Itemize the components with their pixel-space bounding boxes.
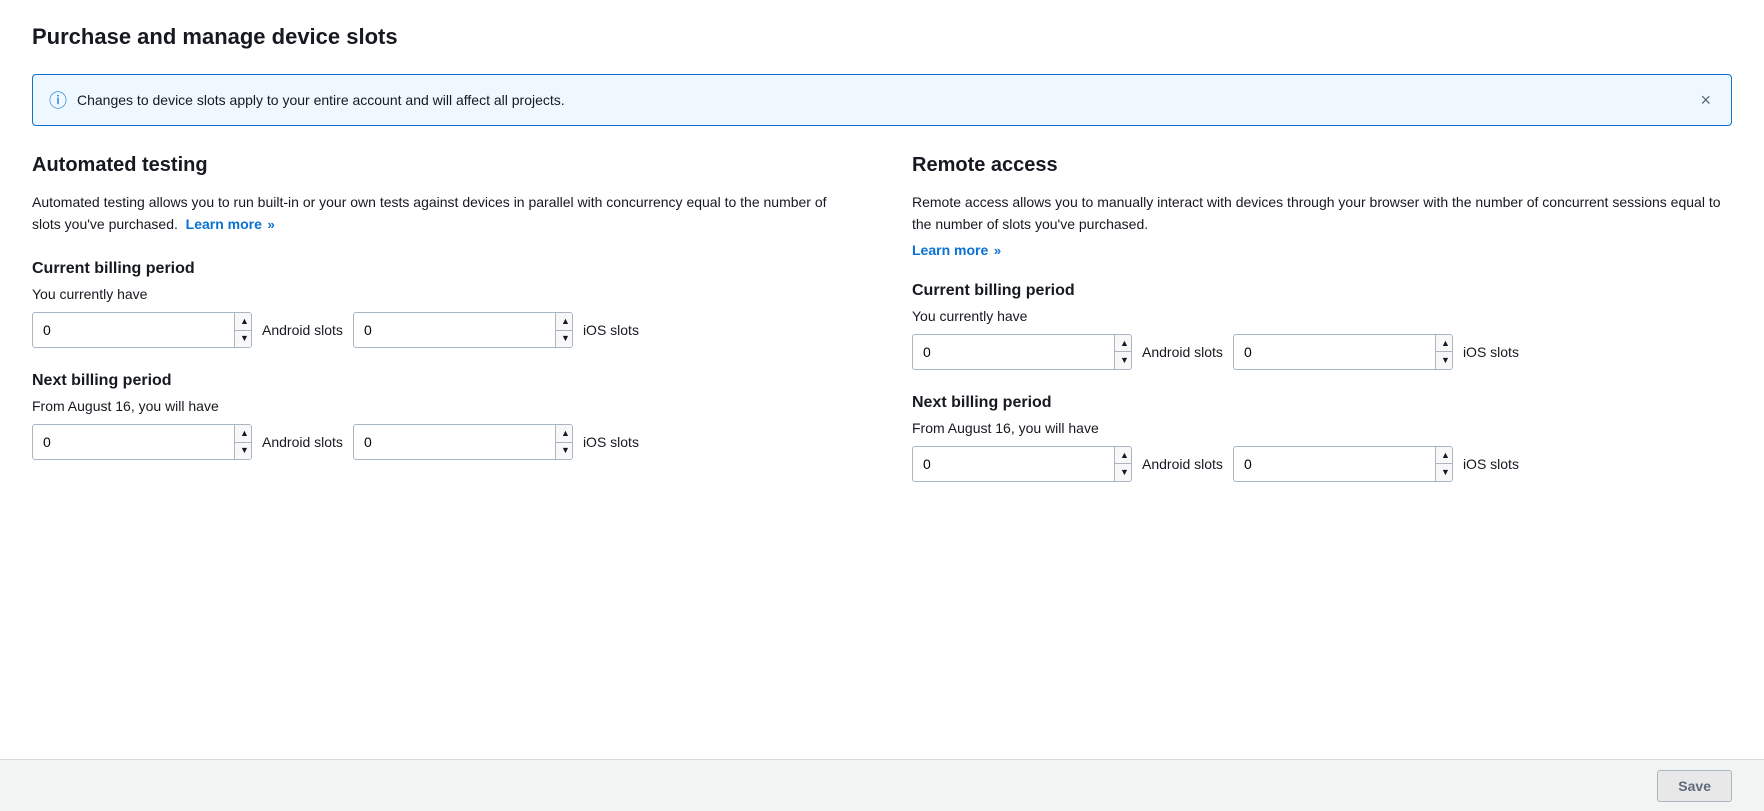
automated-testing-section: Automated testing Automated testing allo…	[32, 154, 852, 488]
automated-current-ios-input[interactable]	[354, 313, 555, 347]
info-banner: ⓘ Changes to device slots apply to your …	[32, 74, 1732, 126]
remote-section-title: Remote access	[912, 154, 1732, 177]
remote-from-text: From August 16, you will have	[912, 420, 1732, 436]
remote-current-android-input[interactable]	[913, 335, 1114, 369]
remote-current-ios-spinner: ▲ ▼	[1435, 335, 1453, 369]
automated-next-ios-down-button[interactable]: ▼	[556, 443, 573, 460]
remote-next-ios-up-button[interactable]: ▲	[1436, 447, 1453, 465]
remote-next-android-down-button[interactable]: ▼	[1115, 464, 1132, 481]
automated-current-ios-down-button[interactable]: ▼	[556, 331, 573, 348]
automated-you-currently-label: You currently have	[32, 286, 852, 302]
remote-next-ios-input-wrapper: ▲ ▼	[1233, 446, 1453, 482]
remote-current-android-label: Android slots	[1142, 344, 1223, 360]
remote-next-android-label: Android slots	[1142, 456, 1223, 472]
automated-next-ios-spinner: ▲ ▼	[555, 425, 573, 459]
remote-current-ios-input[interactable]	[1234, 335, 1435, 369]
remote-current-billing-title: Current billing period	[912, 282, 1732, 300]
automated-learn-more-link[interactable]: Learn more »	[186, 216, 275, 232]
automated-next-android-up-button[interactable]: ▲	[235, 425, 252, 443]
automated-current-billing-title: Current billing period	[32, 260, 852, 278]
banner-close-button[interactable]: ×	[1696, 91, 1715, 109]
remote-access-section: Remote access Remote access allows you t…	[912, 154, 1732, 488]
remote-you-currently-label: You currently have	[912, 308, 1732, 324]
remote-current-ios-input-wrapper: ▲ ▼	[1233, 334, 1453, 370]
automated-next-android-label: Android slots	[262, 434, 343, 450]
automated-current-ios-up-button[interactable]: ▲	[556, 313, 573, 331]
automated-next-slots-row: ▲ ▼ Android slots ▲ ▼ iOS slots	[32, 424, 852, 460]
automated-next-android-spinner: ▲ ▼	[234, 425, 252, 459]
automated-current-ios-label: iOS slots	[583, 322, 639, 338]
remote-next-android-spinner: ▲ ▼	[1114, 447, 1132, 481]
remote-learn-more-link[interactable]: Learn more »	[912, 242, 1001, 258]
automated-next-android-input-wrapper: ▲ ▼	[32, 424, 252, 460]
automated-next-android-down-button[interactable]: ▼	[235, 443, 252, 460]
remote-current-android-spinner: ▲ ▼	[1114, 335, 1132, 369]
remote-current-ios-up-button[interactable]: ▲	[1436, 335, 1453, 353]
automated-next-ios-input[interactable]	[354, 425, 555, 459]
automated-current-android-up-button[interactable]: ▲	[235, 313, 252, 331]
remote-next-ios-down-button[interactable]: ▼	[1436, 464, 1453, 481]
remote-current-android-input-wrapper: ▲ ▼	[912, 334, 1132, 370]
automated-current-ios-spinner: ▲ ▼	[555, 313, 573, 347]
info-banner-message: Changes to device slots apply to your en…	[77, 92, 565, 108]
learn-more-chevron-icon: »	[264, 217, 275, 232]
info-banner-content: ⓘ Changes to device slots apply to your …	[49, 87, 565, 113]
automated-current-android-down-button[interactable]: ▼	[235, 331, 252, 348]
info-icon: ⓘ	[49, 87, 67, 113]
remote-learn-more-chevron-icon: »	[990, 243, 1001, 258]
automated-current-android-input-wrapper: ▲ ▼	[32, 312, 252, 348]
automated-next-ios-up-button[interactable]: ▲	[556, 425, 573, 443]
page-wrapper: Purchase and manage device slots ⓘ Chang…	[0, 0, 1764, 811]
automated-current-android-spinner: ▲ ▼	[234, 313, 252, 347]
page-title: Purchase and manage device slots	[32, 24, 1732, 50]
automated-current-android-label: Android slots	[262, 322, 343, 338]
automated-next-ios-label: iOS slots	[583, 434, 639, 450]
footer-bar: Save	[0, 759, 1764, 811]
remote-next-android-input[interactable]	[913, 447, 1114, 481]
remote-next-slots-row: ▲ ▼ Android slots ▲ ▼ iOS slots	[912, 446, 1732, 482]
remote-next-ios-label: iOS slots	[1463, 456, 1519, 472]
remote-next-android-input-wrapper: ▲ ▼	[912, 446, 1132, 482]
remote-next-android-up-button[interactable]: ▲	[1115, 447, 1132, 465]
remote-current-ios-down-button[interactable]: ▼	[1436, 352, 1453, 369]
automated-next-android-input[interactable]	[33, 425, 234, 459]
automated-description: Automated testing allows you to run buil…	[32, 191, 852, 236]
automated-from-text: From August 16, you will have	[32, 398, 852, 414]
remote-current-android-down-button[interactable]: ▼	[1115, 352, 1132, 369]
automated-current-ios-input-wrapper: ▲ ▼	[353, 312, 573, 348]
remote-next-ios-spinner: ▲ ▼	[1435, 447, 1453, 481]
remote-description: Remote access allows you to manually int…	[912, 191, 1732, 236]
save-button[interactable]: Save	[1657, 770, 1732, 802]
automated-section-title: Automated testing	[32, 154, 852, 177]
remote-current-slots-row: ▲ ▼ Android slots ▲ ▼ iOS slots	[912, 334, 1732, 370]
remote-next-billing-title: Next billing period	[912, 394, 1732, 412]
automated-current-android-input[interactable]	[33, 313, 234, 347]
remote-current-ios-label: iOS slots	[1463, 344, 1519, 360]
remote-current-android-up-button[interactable]: ▲	[1115, 335, 1132, 353]
two-column-layout: Automated testing Automated testing allo…	[32, 154, 1732, 488]
remote-next-ios-input[interactable]	[1234, 447, 1435, 481]
automated-next-billing-title: Next billing period	[32, 372, 852, 390]
automated-next-ios-input-wrapper: ▲ ▼	[353, 424, 573, 460]
automated-current-slots-row: ▲ ▼ Android slots ▲ ▼ iOS slots	[32, 312, 852, 348]
